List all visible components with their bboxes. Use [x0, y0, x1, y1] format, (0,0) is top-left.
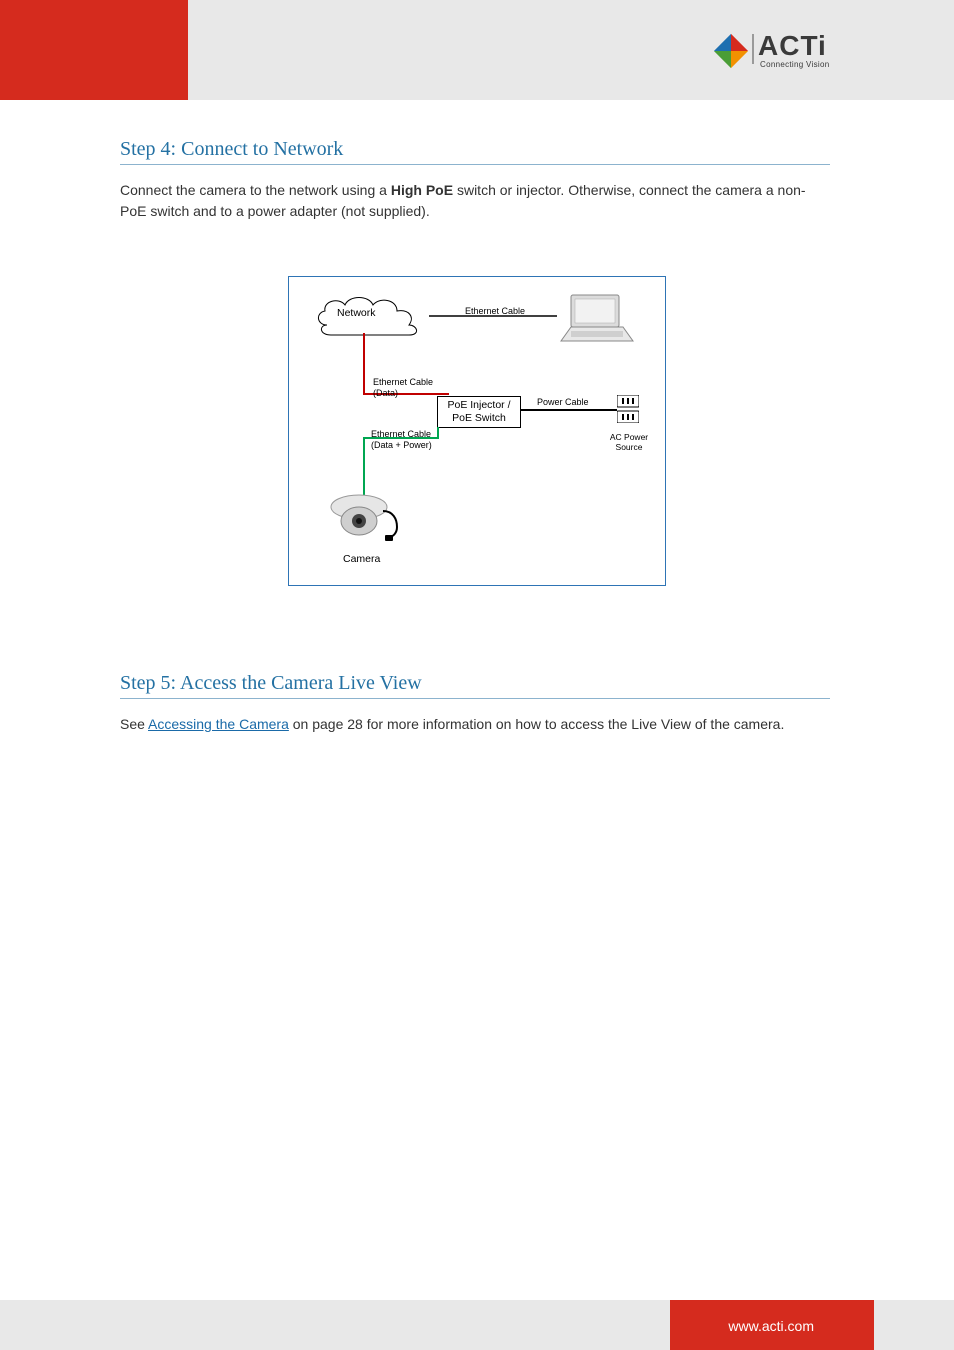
logo-text: ACTi: [758, 30, 827, 62]
text: Connect the camera to the network using …: [120, 182, 391, 198]
power-cable-label: Power Cable: [537, 397, 589, 407]
step5-paragraph: See Accessing the Camera on page 28 for …: [120, 714, 830, 735]
step4-heading: Step 4: Connect to Network: [120, 138, 343, 161]
header-accent-block: [0, 0, 188, 100]
poe-injector-switch-box: PoE Injector / PoE Switch: [437, 396, 521, 428]
text: Source: [616, 442, 643, 452]
page-number-ref: 28: [347, 716, 363, 732]
text: for more information on how to access th…: [363, 716, 785, 732]
text: (Data + Power): [371, 440, 432, 450]
network-label: Network: [337, 307, 376, 319]
logo-tagline: Connecting Vision: [760, 60, 829, 69]
laptop-icon: [557, 293, 637, 349]
page-header: ACTi Connecting Vision: [0, 0, 954, 100]
text: PoE Switch: [452, 412, 506, 424]
eth-data-line-vertical: [363, 333, 365, 393]
step4-paragraph: Connect the camera to the network using …: [120, 180, 830, 222]
footer-url[interactable]: www.acti.com: [728, 1318, 814, 1334]
text: AC Power: [610, 432, 648, 442]
eth-data-label: Ethernet Cable (Data): [373, 377, 433, 399]
camera-icon: [327, 491, 405, 543]
power-cable-line: [521, 409, 617, 411]
camera-label: Camera: [343, 553, 380, 565]
text: on page: [289, 716, 347, 732]
text: PoE Injector /: [447, 399, 510, 411]
eth-dp-line-vertical: [363, 437, 365, 499]
text: (Data): [373, 388, 398, 398]
ac-power-outlet-icon: [617, 395, 639, 423]
step5-heading: Step 5: Access the Camera Live View: [120, 672, 422, 695]
page-footer: www.acti.com: [0, 1300, 954, 1350]
ac-power-source-label: AC Power Source: [607, 433, 651, 453]
logo-divider: [752, 34, 754, 64]
step5-rule: [120, 698, 830, 699]
eth-data-power-label: Ethernet Cable (Data + Power): [371, 429, 432, 451]
eth-cable-label-top: Ethernet Cable: [465, 306, 525, 316]
acti-logo: ACTi Connecting Vision: [712, 30, 852, 72]
text: See: [120, 716, 148, 732]
text: Ethernet Cable: [373, 377, 433, 387]
network-diagram: Network Ethernet Cable Ethernet Cable (D…: [288, 276, 666, 586]
accessing-camera-link[interactable]: Accessing the Camera: [148, 716, 289, 732]
text: Ethernet Cable: [371, 429, 431, 439]
high-poe-emphasis: High PoE: [391, 182, 453, 198]
acti-logo-icon: [712, 32, 750, 70]
step4-rule: [120, 164, 830, 165]
